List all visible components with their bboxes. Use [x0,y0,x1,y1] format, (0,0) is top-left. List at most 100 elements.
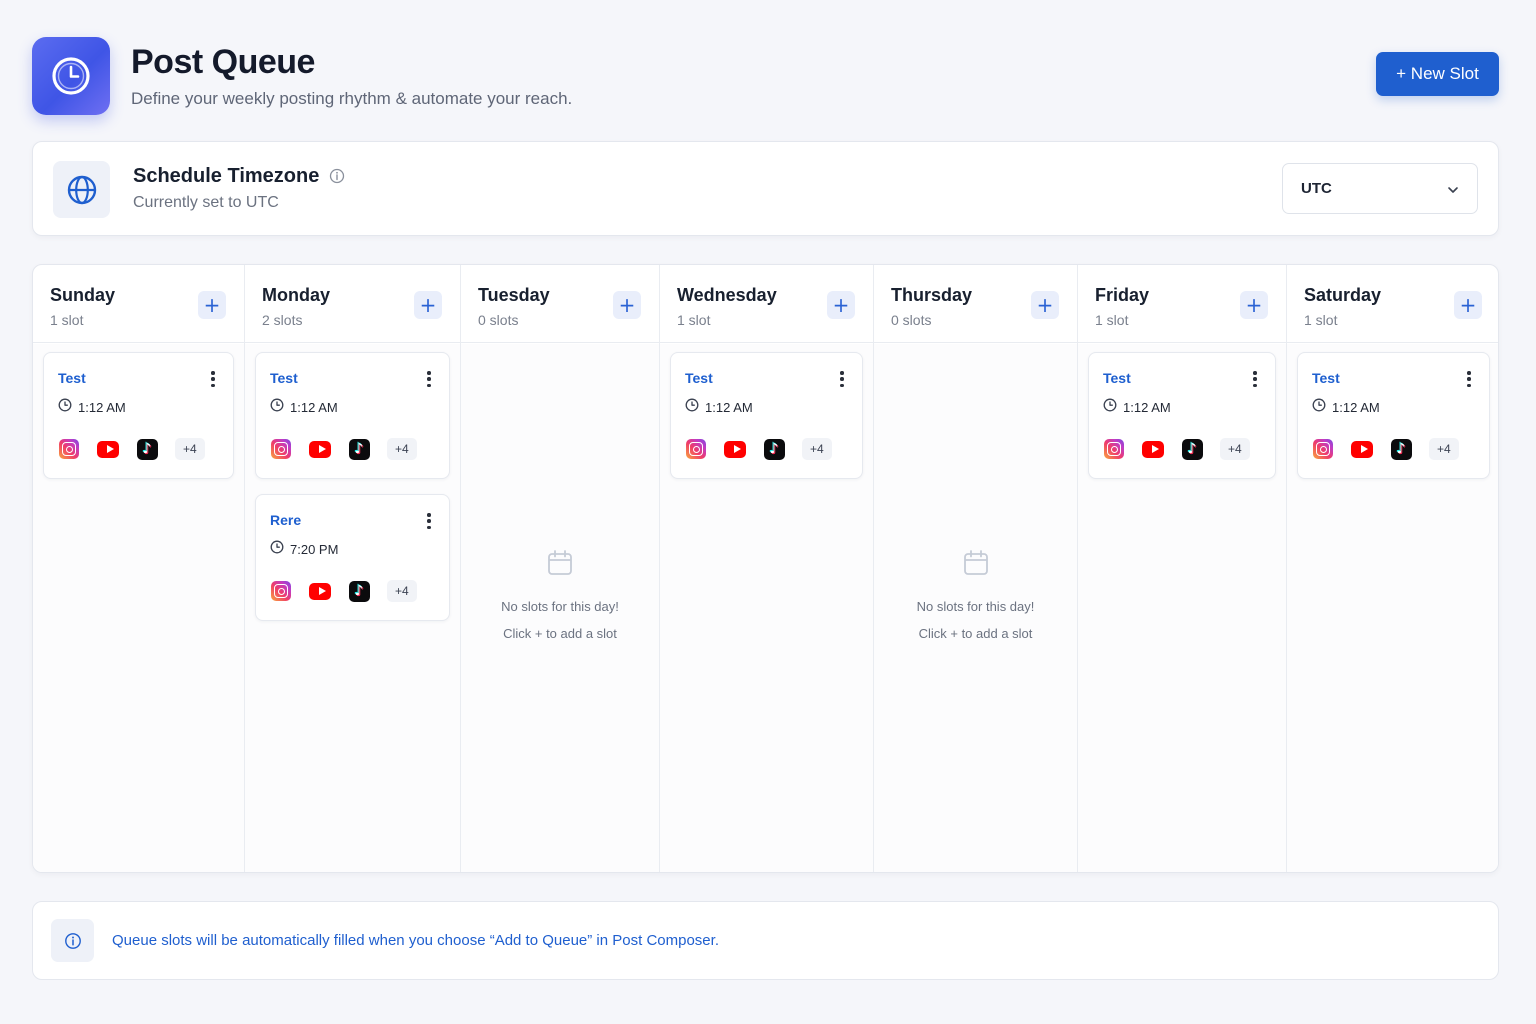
day-header: Monday 2 slots + [245,265,460,343]
slot-time: 1:12 AM [78,399,126,415]
slot-name: Test [1103,370,1131,386]
youtube-icon [1142,438,1164,460]
more-platforms-badge[interactable]: +4 [387,438,417,460]
slot-count: 2 slots [262,312,303,328]
add-slot-button[interactable]: + [414,291,442,319]
day-slots: Test 1:12 AM ♪ +4 [1078,344,1286,872]
slot-time: 1:12 AM [1332,399,1380,415]
slot-platforms: ♪ +4 [1312,436,1459,462]
day-slots: Test 1:12 AM ♪ +4 [33,344,244,872]
empty-state-title: No slots for this day! [916,599,1035,614]
instagram-icon [1103,438,1125,460]
more-vertical-icon[interactable] [421,513,437,533]
slot-time-row: 1:12 AM [58,398,126,415]
slot-time-row: 1:12 AM [685,398,753,417]
empty-state-title: No slots for this day! [501,599,619,614]
slot-platforms: ♪ +4 [270,578,417,604]
slot-count: 1 slot [1304,312,1338,328]
more-vertical-icon[interactable] [421,371,437,391]
slot-platforms: ♪ +4 [1103,436,1250,462]
day-name: Monday [262,285,331,305]
more-vertical-icon[interactable] [1247,371,1263,391]
more-platforms-badge[interactable]: +4 [175,438,205,460]
instagram-icon [58,438,80,460]
slot-time-row: 7:20 PM [270,540,338,557]
slot-card[interactable]: Test 1:12 AM ♪ +4 [43,352,234,479]
info-icon [51,919,94,962]
slot-count: 1 slot [677,312,711,328]
clock-icon [685,398,699,417]
youtube-icon [97,438,119,460]
day-column-wednesday: Wednesday 1 slot + Test 1:12 AM ♪ +4 [660,265,874,872]
queue-info-banner: Queue slots will be automatically filled… [32,901,1499,980]
clock-icon [1312,398,1326,417]
clock-icon [1103,398,1117,417]
more-vertical-icon[interactable] [205,371,221,391]
add-slot-button[interactable]: + [827,291,855,319]
slot-card[interactable]: Rere 7:20 PM ♪ +4 [255,494,450,621]
slot-card[interactable]: Test 1:12 AM ♪ +4 [255,352,450,479]
queue-info-text: Queue slots will be automatically filled… [112,932,719,949]
day-name: Friday [1095,285,1150,305]
day-column-thursday: Thursday 0 slots + No slots for this day! Cl… [874,265,1078,872]
day-column-saturday: Saturday 1 slot + Test 1:12 AM ♪ +4 [1287,265,1498,872]
page-subtitle: Define your weekly posting rhythm & auto… [131,89,573,108]
add-slot-button[interactable]: + [1031,291,1059,319]
slot-time-row: 1:12 AM [1312,398,1380,417]
day-header: Tuesday 0 slots + [461,265,659,343]
clock-icon [270,398,284,417]
slot-card[interactable]: Test 1:12 AM ♪ +4 [1088,352,1276,479]
more-platforms-badge[interactable]: +4 [1220,438,1250,460]
tiktok-icon: ♪ [763,438,785,460]
add-slot-button[interactable]: + [1240,291,1268,319]
empty-state: No slots for this day! Click + to add a s… [461,549,659,641]
slot-card[interactable]: Test 1:12 AM ♪ +4 [1297,352,1490,479]
timezone-title: Schedule Timezone [133,165,320,187]
slot-card[interactable]: Test 1:12 AM ♪ +4 [670,352,863,479]
slot-name: Test [1312,370,1340,386]
chevron-down-icon [1447,183,1459,201]
add-slot-button[interactable]: + [198,291,226,319]
slot-time: 1:12 AM [1123,399,1171,415]
slot-time: 1:12 AM [705,399,753,415]
day-column-sunday: Sunday 1 slot + Test 1:12 AM ♪ +4 [33,265,245,872]
day-name: Wednesday [677,285,777,305]
day-name: Sunday [50,285,116,305]
more-platforms-badge[interactable]: +4 [1429,438,1459,460]
add-slot-button[interactable]: + [613,291,641,319]
day-slots: Test 1:12 AM ♪ +4 [660,344,873,872]
day-column-monday: Monday 2 slots + Test 1:12 AM ♪ +4 Rere 7:20 PM ♪… [245,265,461,872]
info-icon[interactable] [329,168,345,189]
day-slots: No slots for this day! Click + to add a s… [461,344,659,872]
tiktok-icon: ♪ [136,438,158,460]
slot-platforms: ♪ +4 [270,436,417,462]
instagram-icon [685,438,707,460]
day-name: Tuesday [478,285,550,305]
empty-state-hint: Click + to add a slot [918,626,1033,641]
tiktok-icon: ♪ [1390,438,1412,460]
timezone-select[interactable]: UTC [1282,163,1478,214]
slot-time-row: 1:12 AM [270,398,338,417]
day-header: Friday 1 slot + [1078,265,1286,343]
day-slots: Test 1:12 AM ♪ +4 [1287,344,1498,872]
more-vertical-icon[interactable] [1461,371,1477,391]
day-column-friday: Friday 1 slot + Test 1:12 AM ♪ +4 [1078,265,1287,872]
slot-time-row: 1:12 AM [1103,398,1171,417]
timezone-subtitle: Currently set to UTC [133,194,279,211]
timezone-card: Schedule Timezone Currently set to UTC U… [32,141,1499,236]
slot-count: 0 slots [891,312,932,328]
day-header: Wednesday 1 slot + [660,265,873,343]
add-slot-button[interactable]: + [1454,291,1482,319]
slot-platforms: ♪ +4 [685,436,832,462]
week-board: Sunday 1 slot + Test 1:12 AM ♪ +4 Monday 2 slots… [32,264,1499,873]
more-vertical-icon[interactable] [834,371,850,391]
day-name: Saturday [1304,285,1382,305]
instagram-icon [1312,438,1334,460]
day-slots: No slots for this day! Click + to add a s… [874,344,1077,872]
youtube-icon [724,438,746,460]
more-platforms-badge[interactable]: +4 [387,580,417,602]
empty-state: No slots for this day! Click + to add a s… [874,549,1077,641]
new-slot-button[interactable]: + New Slot [1376,52,1499,96]
slot-count: 1 slot [1095,312,1129,328]
more-platforms-badge[interactable]: +4 [802,438,832,460]
